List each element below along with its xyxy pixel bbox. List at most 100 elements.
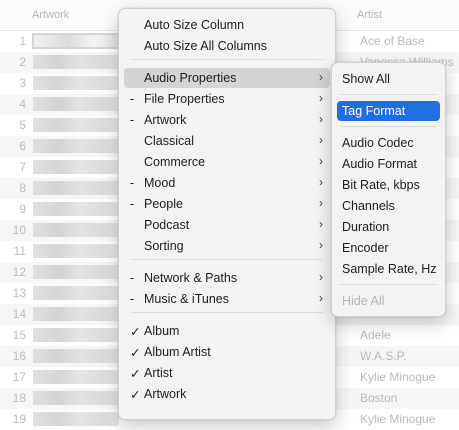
artwork-thumbnail: [33, 118, 119, 132]
menu-item-label: Album Artist: [144, 345, 211, 359]
chevron-right-icon: ›: [319, 112, 323, 126]
row-number: 9: [19, 202, 26, 216]
submenu-item-show-all[interactable]: Show All: [337, 69, 440, 89]
menu-separator: [131, 259, 323, 260]
submenu-item-label: Audio Codec: [342, 136, 414, 150]
row-number: 7: [19, 160, 26, 174]
artwork-thumbnail: [33, 265, 119, 279]
menu-item-label: Artwork: [144, 113, 187, 127]
menu-separator: [340, 94, 437, 95]
submenu-item-encoder[interactable]: Encoder: [337, 238, 440, 258]
submenu-item-label: Tag Format: [342, 104, 406, 118]
menu-item-sorting[interactable]: Sorting ›: [124, 236, 330, 256]
artwork-thumbnail: [33, 412, 119, 426]
column-header-artist[interactable]: Artist: [357, 9, 382, 21]
artwork-thumbnail: [33, 55, 119, 69]
artwork-thumbnail: [33, 307, 119, 321]
artist-cell: W.A.S.P.: [360, 349, 407, 363]
artwork-thumbnail: [33, 223, 119, 237]
menu-item-label: Artist: [144, 366, 173, 380]
menu-item-artwork[interactable]: ✓ Artwork: [124, 384, 330, 404]
submenu-item-label: Bit Rate, kbps: [342, 178, 420, 192]
row-number: 4: [19, 97, 26, 111]
artwork-thumbnail: [33, 139, 119, 153]
submenu-item-bit-rate-kbps[interactable]: Bit Rate, kbps: [337, 175, 440, 195]
artwork-thumbnail: [33, 181, 119, 195]
chevron-right-icon: ›: [319, 91, 323, 105]
submenu-item-label: Hide All: [342, 294, 385, 308]
artist-cell: Adele: [360, 328, 391, 342]
artist-cell: Kylie Minogue: [360, 370, 436, 384]
menu-separator: [340, 126, 437, 127]
submenu-item-audio-format[interactable]: Audio Format: [337, 154, 440, 174]
submenu-item-label: Duration: [342, 220, 390, 234]
partial-dash-icon: -: [130, 197, 135, 211]
chevron-right-icon: ›: [319, 154, 323, 168]
menu-item-file-properties[interactable]: - File Properties ›: [124, 89, 330, 109]
menu-item-label: Network & Paths: [144, 271, 238, 285]
column-context-menu: Auto Size Column Auto Size All Columns Aud…: [118, 8, 336, 420]
row-number: 14: [12, 307, 26, 321]
menu-separator: [340, 284, 437, 285]
row-number: 18: [12, 391, 26, 405]
row-number: 16: [12, 349, 26, 363]
row-number: 13: [12, 286, 26, 300]
artwork-thumbnail: [33, 328, 119, 342]
partial-dash-icon: -: [130, 92, 135, 106]
submenu-item-hide-all: Hide All: [337, 291, 440, 311]
submenu-item-duration[interactable]: Duration: [337, 217, 440, 237]
row-number: 19: [12, 412, 26, 426]
menu-item-label: Sorting: [144, 239, 184, 253]
row-number: 10: [12, 223, 26, 237]
menu-item-classical[interactable]: Classical ›: [124, 131, 330, 151]
menu-item-label: Commerce: [144, 155, 206, 169]
menu-item-auto-size-column[interactable]: Auto Size Column: [124, 15, 330, 35]
menu-item-network-paths[interactable]: - Network & Paths ›: [124, 268, 330, 288]
partial-dash-icon: -: [130, 113, 135, 127]
artwork-thumbnail: [33, 76, 119, 90]
submenu-item-sample-rate-hz[interactable]: Sample Rate, Hz: [337, 259, 440, 279]
menu-item-album[interactable]: ✓ Album: [124, 321, 330, 341]
submenu-item-channels[interactable]: Channels: [337, 196, 440, 216]
menu-item-label: Mood: [144, 176, 176, 190]
menu-item-podcast[interactable]: Podcast ›: [124, 215, 330, 235]
menu-item-label: File Properties: [144, 92, 225, 106]
menu-item-artist[interactable]: ✓ Artist: [124, 363, 330, 383]
menu-item-label: Music & iTunes: [144, 292, 229, 306]
chevron-right-icon: ›: [319, 133, 323, 147]
menu-item-people[interactable]: - People ›: [124, 194, 330, 214]
menu-item-album-artist[interactable]: ✓ Album Artist: [124, 342, 330, 362]
row-number: 8: [19, 181, 26, 195]
menu-item-artwork[interactable]: - Artwork ›: [124, 110, 330, 130]
menu-item-music-itunes[interactable]: - Music & iTunes ›: [124, 289, 330, 309]
row-number: 2: [19, 55, 26, 69]
submenu-item-tag-format[interactable]: Tag Format: [337, 101, 440, 121]
submenu-item-label: Encoder: [342, 241, 389, 255]
menu-item-label: Artwork: [144, 387, 187, 401]
menu-item-label: Audio Properties: [144, 71, 237, 85]
checkmark-icon: ✓: [130, 325, 141, 339]
menu-item-label: Classical: [144, 134, 195, 148]
artwork-thumbnail: [33, 97, 119, 111]
menu-item-audio-properties[interactable]: Audio Properties ›: [124, 68, 330, 88]
menu-item-mood[interactable]: - Mood ›: [124, 173, 330, 193]
chevron-right-icon: ›: [319, 217, 323, 231]
submenu-item-label: Channels: [342, 199, 395, 213]
audio-properties-submenu: Show All Tag Format Audio Codec Audio Forma…: [331, 62, 446, 317]
menu-item-label: Auto Size All Columns: [144, 39, 267, 53]
artwork-thumbnail: [33, 349, 119, 363]
checkmark-icon: ✓: [130, 388, 141, 402]
row-number: 6: [19, 139, 26, 153]
artwork-thumbnail: [33, 370, 119, 384]
submenu-item-label: Sample Rate, Hz: [342, 262, 437, 276]
chevron-right-icon: ›: [319, 70, 323, 84]
row-number: 5: [19, 118, 26, 132]
artwork-thumbnail: [33, 391, 119, 405]
row-number: 15: [12, 328, 26, 342]
menu-item-auto-size-all-columns[interactable]: Auto Size All Columns: [124, 36, 330, 56]
submenu-item-audio-codec[interactable]: Audio Codec: [337, 133, 440, 153]
menu-separator: [131, 59, 323, 60]
menu-item-commerce[interactable]: Commerce ›: [124, 152, 330, 172]
chevron-right-icon: ›: [319, 270, 323, 284]
column-header-artwork[interactable]: Artwork: [32, 9, 69, 21]
